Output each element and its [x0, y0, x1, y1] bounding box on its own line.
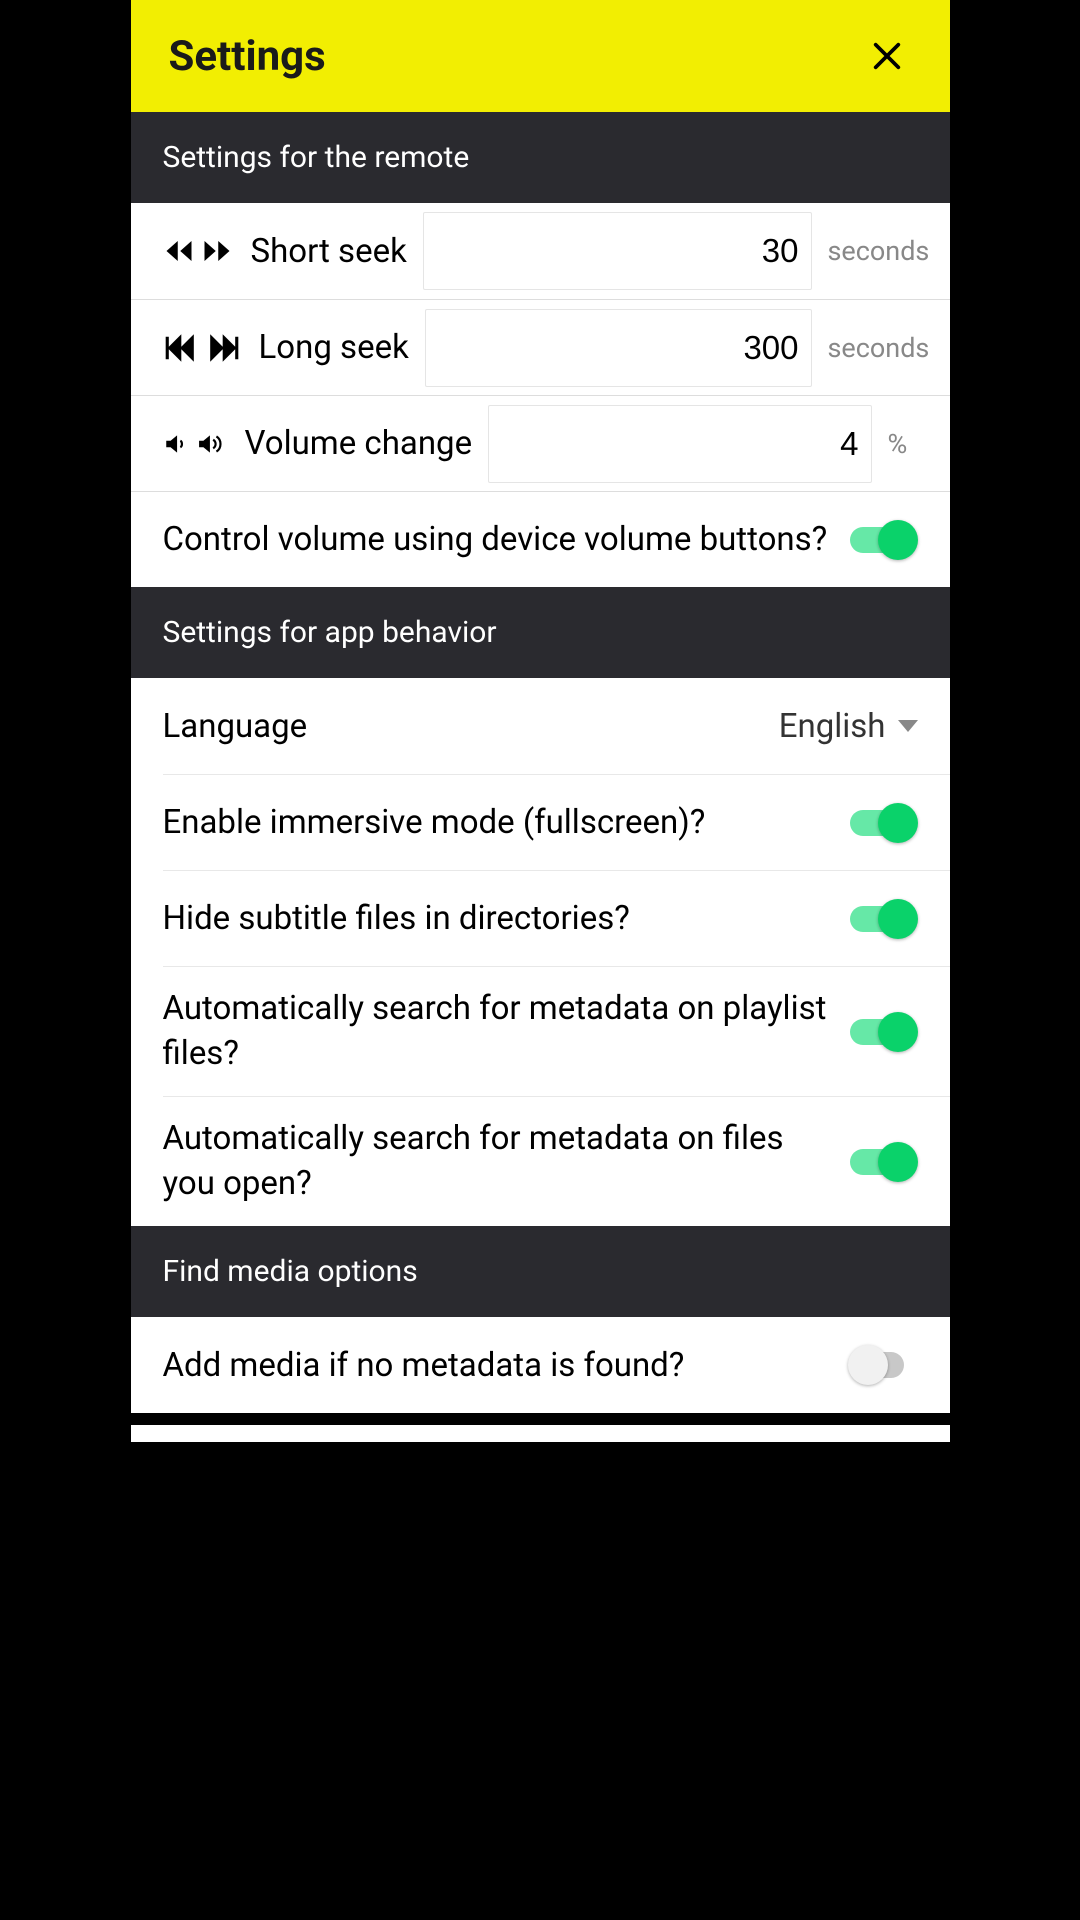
- row-add-if-none: Add media if no metadata is found?: [131, 1317, 950, 1413]
- row-hide-subs: Hide subtitle files in directories?: [163, 870, 950, 966]
- rewind-icon: [163, 236, 195, 266]
- section-header-behavior: Settings for app behavior: [131, 587, 950, 678]
- language-value: English: [779, 707, 886, 746]
- auto-meta-open-toggle[interactable]: [848, 1142, 918, 1182]
- row-language[interactable]: Language English: [131, 678, 950, 774]
- row-long-seek: Long seek seconds: [131, 299, 950, 395]
- bottom-edge: [131, 1413, 950, 1425]
- page-title: Settings: [169, 32, 326, 81]
- row-auto-meta-playlist: Automatically search for metadata on pla…: [163, 966, 950, 1096]
- immersive-label: Enable immersive mode (fullscreen)?: [163, 803, 848, 842]
- close-icon: [870, 39, 904, 73]
- auto-meta-playlist-toggle[interactable]: [848, 1012, 918, 1052]
- section-header-findmedia: Find media options: [131, 1226, 950, 1317]
- row-short-seek: Short seek seconds: [131, 203, 950, 299]
- volume-high-icon: [195, 431, 227, 457]
- auto-meta-open-label: Automatically search for metadata on fil…: [163, 1117, 848, 1206]
- volume-change-input[interactable]: [488, 405, 871, 483]
- skip-back-icon: [163, 333, 199, 363]
- settings-screen: Settings Settings for the remote Short s…: [131, 0, 950, 1442]
- percent-unit: %: [888, 428, 918, 460]
- section-header-remote: Settings for the remote: [131, 112, 950, 203]
- volume-low-icon: [163, 431, 189, 457]
- long-seek-input[interactable]: [425, 309, 812, 387]
- add-if-none-label: Add media if no metadata is found?: [163, 1346, 848, 1385]
- long-seek-label: Long seek: [259, 328, 409, 367]
- auto-meta-playlist-label: Automatically search for metadata on pla…: [163, 987, 848, 1076]
- seconds-unit: seconds: [828, 235, 918, 267]
- language-label: Language: [163, 707, 779, 746]
- short-seek-icons: [163, 236, 233, 266]
- header-bar: Settings: [131, 0, 950, 112]
- short-seek-input[interactable]: [423, 212, 812, 290]
- volume-change-label: Volume change: [245, 424, 473, 463]
- add-if-none-toggle[interactable]: [848, 1345, 918, 1385]
- row-auto-meta-open: Automatically search for metadata on fil…: [163, 1096, 950, 1226]
- immersive-toggle[interactable]: [848, 803, 918, 843]
- chevron-down-icon: [898, 720, 918, 732]
- volume-change-icons: [163, 431, 227, 457]
- row-device-volume: Control volume using device volume butto…: [131, 491, 950, 587]
- fast-forward-icon: [201, 236, 233, 266]
- row-volume-change: Volume change %: [131, 395, 950, 491]
- device-volume-toggle[interactable]: [848, 520, 918, 560]
- device-volume-label: Control volume using device volume butto…: [163, 520, 848, 559]
- close-button[interactable]: [862, 31, 912, 81]
- language-dropdown[interactable]: English: [779, 707, 918, 746]
- long-seek-icons: [163, 333, 241, 363]
- hide-subs-toggle[interactable]: [848, 899, 918, 939]
- seconds-unit: seconds: [828, 332, 918, 364]
- skip-forward-icon: [205, 333, 241, 363]
- hide-subs-label: Hide subtitle files in directories?: [163, 899, 848, 938]
- row-immersive: Enable immersive mode (fullscreen)?: [163, 774, 950, 870]
- short-seek-label: Short seek: [251, 232, 407, 271]
